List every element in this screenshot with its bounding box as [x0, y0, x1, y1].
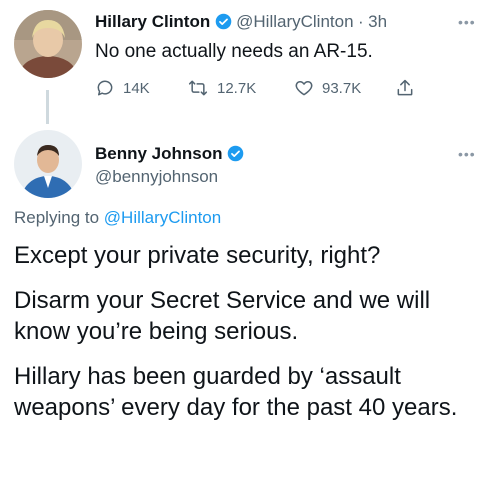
tweet2-header: Benny Johnson: [95, 144, 244, 167]
thread-connector-line: [46, 90, 49, 124]
retweet-button[interactable]: 12.7K: [187, 78, 256, 98]
hillary-avatar-image: [14, 10, 82, 78]
tweet2-more-icon[interactable]: •••: [458, 146, 476, 162]
tweet2-handle[interactable]: @bennyjohnson: [95, 167, 218, 187]
tweet2-body: Except your private security, right? Dis…: [14, 240, 484, 437]
reply-count: 14K: [123, 79, 150, 97]
benny-avatar[interactable]: [14, 130, 82, 198]
tweet2-author-name[interactable]: Benny Johnson: [95, 144, 223, 163]
tweet1-more-icon[interactable]: •••: [458, 14, 476, 30]
replying-to-line: Replying to @HillaryClinton: [14, 208, 221, 228]
replying-to-mention[interactable]: @HillaryClinton: [104, 208, 221, 227]
tweet2-paragraph: Disarm your Secret Service and we will k…: [14, 287, 431, 345]
tweet1-text: No one actually needs an AR-15.: [95, 41, 373, 62]
hillary-avatar[interactable]: [14, 10, 82, 78]
tweet1-separator: ·: [358, 12, 364, 31]
tweet2-paragraph: Except your private security, right?: [14, 242, 381, 269]
tweet1-author-name[interactable]: Hillary Clinton: [95, 12, 210, 31]
tweet2-paragraph: Hillary has been guarded by ‘assault wea…: [14, 363, 458, 421]
retweet-count: 12.7K: [217, 79, 257, 97]
reply-icon: [97, 80, 113, 96]
verified-badge-icon: [215, 13, 232, 35]
share-icon: [397, 79, 413, 96]
like-count: 93.7K: [322, 79, 362, 97]
tweet1-handle[interactable]: @HillaryClinton: [236, 12, 353, 31]
retweet-icon: [188, 80, 208, 96]
verified-badge-icon: [227, 145, 244, 167]
reply-button[interactable]: 14K: [95, 78, 150, 98]
tweet1-header: Hillary Clinton @HillaryClinton · 3h: [95, 12, 387, 35]
heart-icon: [295, 81, 313, 96]
replying-to-label: Replying to: [14, 208, 100, 227]
like-button[interactable]: 93.7K: [294, 78, 361, 98]
benny-avatar-image: [14, 130, 82, 198]
share-button[interactable]: [395, 78, 415, 98]
tweet1-timestamp[interactable]: 3h: [368, 12, 387, 31]
